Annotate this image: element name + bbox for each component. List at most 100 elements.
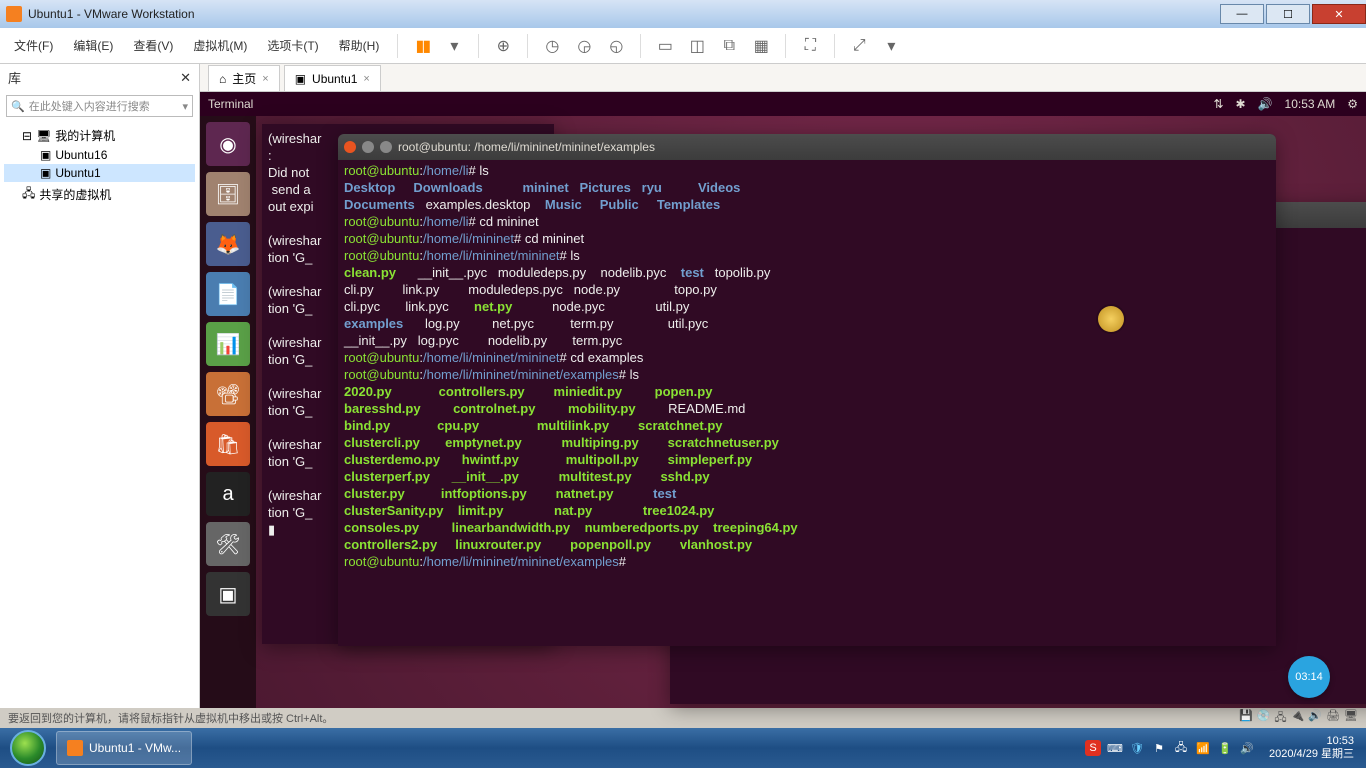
impress-icon[interactable]: 📽 <box>206 372 250 416</box>
tray-net-icon[interactable]: 🖧 <box>1173 740 1189 756</box>
fullscreen-icon[interactable]: ⛶ <box>798 34 822 58</box>
ubuntu-app-title: Terminal <box>208 97 253 111</box>
close-sidebar-icon[interactable]: ✕ <box>180 70 191 86</box>
device-usb-icon[interactable]: 🔌 <box>1291 709 1305 728</box>
files-icon[interactable]: 🗄 <box>206 172 250 216</box>
view-thumbnail-icon[interactable]: ▦ <box>749 34 773 58</box>
tab-home-label: 主页 <box>232 70 256 87</box>
search-dropdown-icon[interactable]: ▾ <box>182 100 188 113</box>
tree-root-label: 我的计算机 <box>55 127 115 144</box>
term-close-icon[interactable] <box>344 141 356 153</box>
device-cd-icon[interactable]: 💿 <box>1257 709 1271 728</box>
settings-icon[interactable]: 🛠 <box>206 522 250 566</box>
vm-icon: ▣ <box>40 166 51 180</box>
vmware-icon <box>67 740 83 756</box>
tab-close-icon[interactable]: × <box>262 73 268 85</box>
tray-flag-icon[interactable]: ⚑ <box>1151 740 1167 756</box>
network-icon[interactable]: ⇅ <box>1213 97 1223 111</box>
device-sound-icon[interactable]: 🔊 <box>1308 709 1322 728</box>
tray-sogou-icon[interactable]: S <box>1085 740 1101 756</box>
tab-close-icon[interactable]: × <box>363 73 369 85</box>
menu-help[interactable]: 帮助(H) <box>333 33 386 58</box>
search-placeholder: 在此处键入内容进行搜索 <box>29 98 150 114</box>
menu-view[interactable]: 查看(V) <box>127 33 179 58</box>
close-button[interactable]: ✕ <box>1312 4 1366 24</box>
bluetooth-icon[interactable]: ✱ <box>1236 97 1246 111</box>
dash-icon[interactable]: ◉ <box>206 122 250 166</box>
tree-root[interactable]: ⊟🖥我的计算机 <box>4 125 195 146</box>
window-title: Ubuntu1 - VMware Workstation <box>28 7 195 21</box>
tray-wifi-icon[interactable]: 📶 <box>1195 740 1211 756</box>
snapshot-icon[interactable]: ◷ <box>540 34 564 58</box>
device-disk-icon[interactable]: 💾 <box>1239 709 1253 728</box>
stretch-dropdown-icon[interactable]: ▾ <box>879 34 903 58</box>
clock-time: 10:53 <box>1269 735 1354 748</box>
device-display-icon[interactable]: 🖥 <box>1344 709 1358 728</box>
tab-home[interactable]: ⌂ 主页 × <box>208 65 280 91</box>
power-dropdown-icon[interactable]: ▾ <box>442 34 466 58</box>
pause-icon[interactable]: ▮▮ <box>410 34 434 58</box>
send-ctrl-alt-del-icon[interactable]: ⊕ <box>491 34 515 58</box>
calc-icon[interactable]: 📊 <box>206 322 250 366</box>
taskbar-clock[interactable]: 10:53 2020/4/29 星期三 <box>1269 735 1354 761</box>
tree-item-label: Ubuntu16 <box>55 148 107 162</box>
menu-tabs[interactable]: 选项卡(T) <box>261 33 324 58</box>
tree-shared[interactable]: 🖧共享的虚拟机 <box>4 182 195 207</box>
home-icon: ⌂ <box>219 72 226 86</box>
view-split-icon[interactable]: ◫ <box>685 34 709 58</box>
vm-icon: ▣ <box>40 148 51 162</box>
tree-item-label: Ubuntu1 <box>55 166 100 180</box>
writer-icon[interactable]: 📄 <box>206 272 250 316</box>
statusbar: 要返回到您的计算机，请将鼠标指针从虚拟机中移出或按 Ctrl+Alt。 💾 💿 … <box>0 708 1366 728</box>
terminal-icon[interactable]: ▣ <box>206 572 250 616</box>
device-net-icon[interactable]: 🖧 <box>1274 709 1286 728</box>
ubuntu-launcher: ◉ 🗄 🦊 📄 📊 📽 🛍 a 🛠 ▣ <box>200 116 256 708</box>
tray-battery-icon[interactable]: 🔋 <box>1217 740 1233 756</box>
window-titlebar: Ubuntu1 - VMware Workstation — ☐ ✕ <box>0 0 1366 28</box>
stretch-icon[interactable]: ⤢ <box>847 34 871 58</box>
gear-icon[interactable]: ⚙ <box>1347 97 1358 111</box>
term-fg-body[interactable]: root@ubuntu:/home/li# ls Desktop Downloa… <box>338 160 1276 572</box>
term-min-icon[interactable] <box>362 141 374 153</box>
tree-item-ubuntu16[interactable]: ▣ Ubuntu16 <box>4 146 195 164</box>
tray-keyboard-icon[interactable]: ⌨ <box>1107 740 1123 756</box>
vm-icon: ▣ <box>295 72 306 86</box>
cursor-highlight <box>1098 306 1124 332</box>
statusbar-text: 要返回到您的计算机，请将鼠标指针从虚拟机中移出或按 Ctrl+Alt。 <box>8 710 333 726</box>
revert-icon[interactable]: ◶ <box>572 34 596 58</box>
menu-vm[interactable]: 虚拟机(M) <box>187 33 253 58</box>
manage-snapshots-icon[interactable]: ◵ <box>604 34 628 58</box>
menubar: 文件(F) 编辑(E) 查看(V) 虚拟机(M) 选项卡(T) 帮助(H) ▮▮… <box>0 28 1366 64</box>
ubuntu-desktop: Terminal ⇅ ✱ 🔊 10:53 AM ⚙ ◉ 🗄 🦊 📄 📊 <box>200 92 1366 708</box>
library-title: 库 <box>8 68 21 87</box>
firefox-icon[interactable]: 🦊 <box>206 222 250 266</box>
device-printer-icon[interactable]: 🖨 <box>1326 709 1340 728</box>
recording-badge: 03:14 <box>1288 656 1330 698</box>
search-input[interactable]: 🔍 在此处键入内容进行搜索 ▾ <box>6 95 193 117</box>
view-single-icon[interactable]: ▭ <box>653 34 677 58</box>
amazon-icon[interactable]: a <box>206 472 250 516</box>
sound-icon[interactable]: 🔊 <box>1258 97 1273 111</box>
ubuntu-menubar: Terminal ⇅ ✱ 🔊 10:53 AM ⚙ <box>200 92 1366 116</box>
tray-shield-icon[interactable]: 🛡 <box>1129 740 1145 756</box>
tab-vm-label: Ubuntu1 <box>312 72 357 86</box>
vmware-icon <box>6 6 22 22</box>
view-unity-icon[interactable]: ⧉ <box>717 34 741 58</box>
tray-vol-icon[interactable]: 🔊 <box>1239 740 1255 756</box>
maximize-button[interactable]: ☐ <box>1266 4 1310 24</box>
terminal-window-fg[interactable]: root@ubuntu: /home/li/mininet/mininet/ex… <box>338 134 1276 646</box>
search-icon: 🔍 <box>11 100 25 113</box>
menu-edit[interactable]: 编辑(E) <box>67 33 119 58</box>
software-icon[interactable]: 🛍 <box>206 422 250 466</box>
tree-item-ubuntu1[interactable]: ▣ Ubuntu1 <box>4 164 195 182</box>
tab-vm[interactable]: ▣ Ubuntu1 × <box>284 65 381 91</box>
menu-file[interactable]: 文件(F) <box>8 33 59 58</box>
taskbar-item-vmware[interactable]: Ubuntu1 - VMw... <box>56 731 192 765</box>
clock-date: 2020/4/29 星期三 <box>1269 748 1354 761</box>
term-max-icon[interactable] <box>380 141 392 153</box>
badge-text: 03:14 <box>1295 671 1323 683</box>
minimize-button[interactable]: — <box>1220 4 1264 24</box>
start-button[interactable] <box>4 728 52 768</box>
taskbar-item-label: Ubuntu1 - VMw... <box>89 741 181 755</box>
ubuntu-clock[interactable]: 10:53 AM <box>1285 97 1336 111</box>
